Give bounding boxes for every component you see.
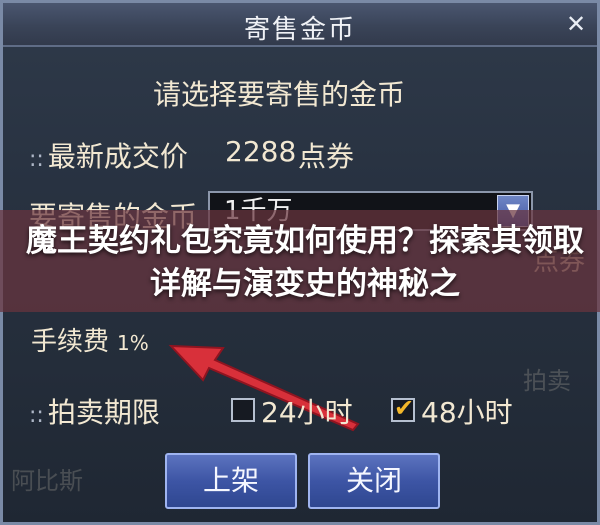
duration-label: 拍卖期限 [47, 396, 160, 429]
latest-price-label: 最新成交价 [47, 140, 188, 173]
checkmark-icon: ✔ [394, 394, 415, 422]
duration-24h-label: 24小时 [261, 396, 353, 429]
duration-48h-checkbox[interactable]: ✔ [391, 394, 415, 422]
dialog-title: 寄售金币 [243, 15, 356, 45]
row-prefix: :: [29, 403, 44, 428]
select-gold-heading: 请选择要寄售的金币 [153, 78, 406, 111]
close-icon[interactable]: ✕ [563, 11, 589, 37]
fee-value: 1% [117, 331, 149, 355]
overlay-headline: 魔王契约礼包究竟如何使用？探索其领取详解与演变史的神秘之 [26, 223, 584, 302]
close-button[interactable]: 关闭 [308, 453, 440, 509]
duration-label-row: :: 拍卖期限 [29, 391, 160, 431]
duration-48h-label: 48小时 [421, 396, 513, 429]
background-text-left: 阿比斯 [11, 467, 83, 495]
list-button[interactable]: 上架 [165, 453, 297, 509]
background-text-right: 拍卖 [523, 367, 571, 395]
fee-label: 手续费 [31, 327, 110, 357]
duration-24h-checkbox[interactable] [231, 398, 255, 422]
latest-price-value: 2288 [225, 135, 297, 168]
title-bar[interactable]: 寄售金币 ✕ [3, 3, 597, 47]
row-prefix: :: [29, 147, 44, 172]
latest-price-label-row: :: 最新成交价 [29, 135, 188, 175]
latest-price-unit: 点券 [298, 140, 355, 173]
fee-row: 手续费 1% [31, 321, 149, 358]
